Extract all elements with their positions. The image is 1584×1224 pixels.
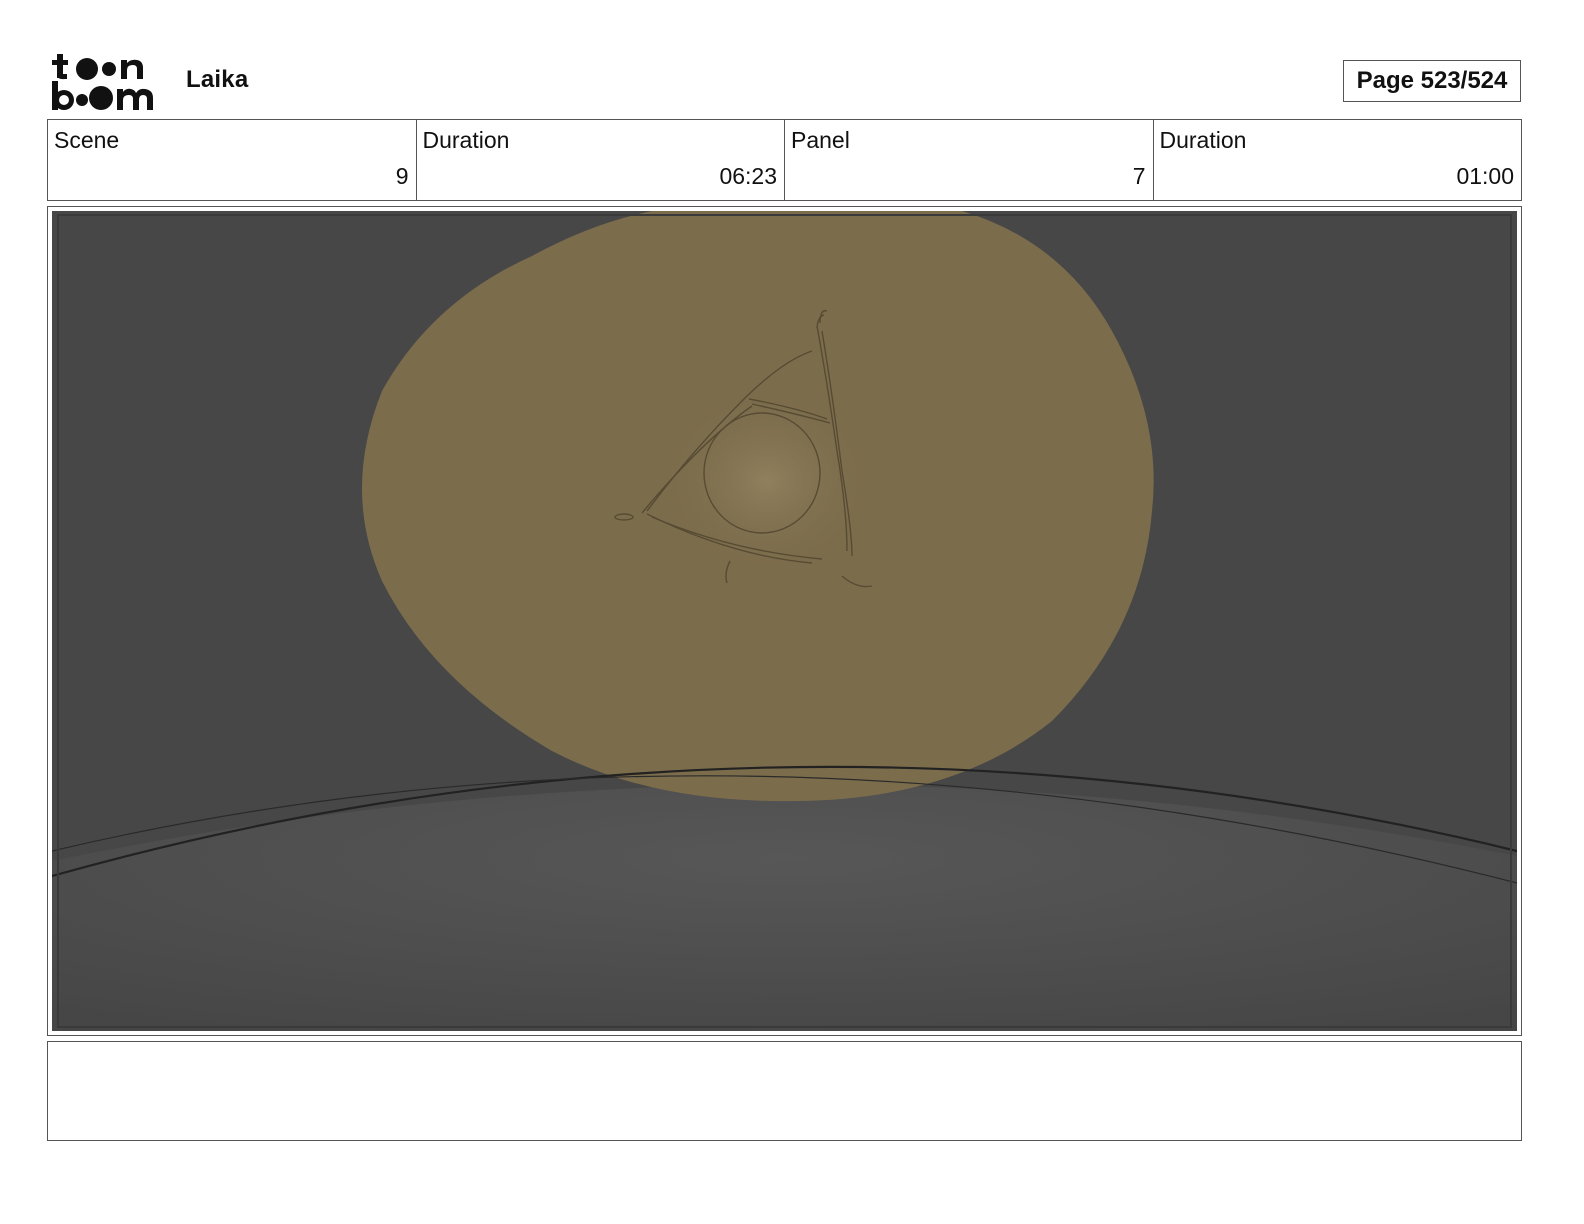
panel-duration-label: Duration xyxy=(1159,127,1247,153)
scene-duration-label: Duration xyxy=(422,127,510,153)
panel-label: Panel xyxy=(791,127,850,153)
panel-notes-box xyxy=(47,1041,1522,1141)
page-indicator: Page 523/524 xyxy=(1343,60,1521,102)
panel-cell: Panel 7 xyxy=(784,120,1153,200)
scene-value: 9 xyxy=(395,163,409,189)
panel-duration-cell: Duration 01:00 xyxy=(1152,120,1522,200)
panel-info-table: Scene 9 Duration 06:23 Panel 7 Duration … xyxy=(47,119,1522,201)
scene-label: Scene xyxy=(54,127,120,153)
panel-value: 7 xyxy=(1132,163,1146,189)
storyboard-panel-frame xyxy=(47,206,1522,1036)
toon-boom-logo xyxy=(51,50,163,112)
page-number-label: Page 523/524 xyxy=(1356,67,1508,94)
project-name: Laika xyxy=(186,66,249,93)
scene-duration-value: 06:23 xyxy=(719,163,777,189)
panel-duration-value: 01:00 xyxy=(1456,163,1514,189)
scene-duration-cell: Duration 06:23 xyxy=(415,120,785,200)
scene-cell: Scene 9 xyxy=(48,120,416,200)
storyboard-panel-image xyxy=(52,211,1517,1031)
